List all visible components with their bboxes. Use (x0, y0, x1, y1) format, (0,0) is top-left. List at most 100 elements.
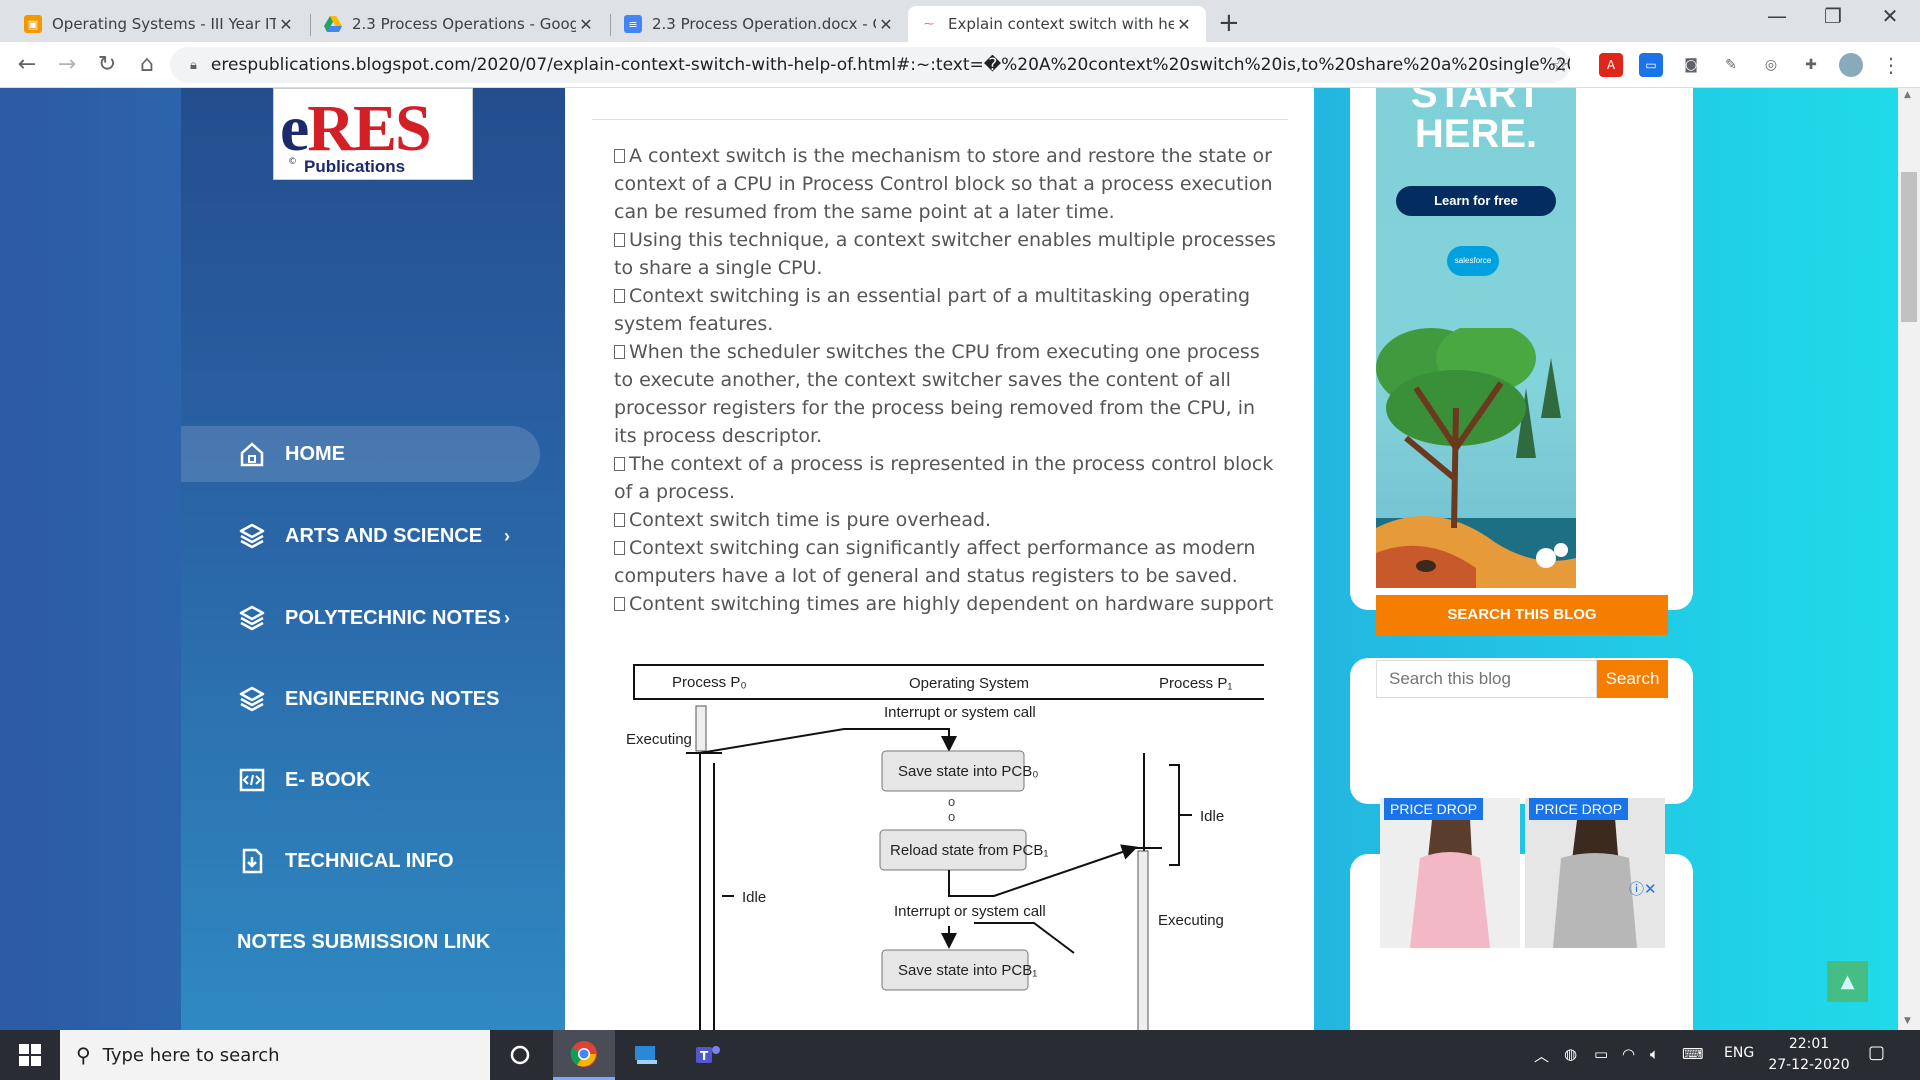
clock-date: 27-12-2020 (1768, 1057, 1850, 1073)
back-icon[interactable]: ← (12, 50, 42, 80)
diagram-executing-right: Executing (1158, 912, 1224, 929)
tab-title: 2.3 Process Operation.docx - Goo (652, 15, 876, 33)
file-explorer-icon[interactable] (615, 1030, 677, 1080)
sidebar-item-technical-info[interactable]: TECHNICAL INFO (181, 833, 540, 889)
sidebar-item-home[interactable]: HOME (181, 426, 540, 482)
taskbar-clock[interactable]: 22:01 27-12-2020 (1764, 1034, 1854, 1076)
scrollbar-thumb[interactable] (1901, 172, 1917, 322)
close-icon[interactable]: ✕ (876, 15, 896, 34)
sync-extension-icon[interactable]: ◎ (1759, 53, 1783, 77)
more-menu-icon[interactable]: ⋮ (1879, 53, 1903, 77)
lock-icon[interactable]: 🔒︎ (190, 58, 197, 73)
article-paragraph: Context switch time is pure overhead. (614, 506, 1294, 534)
windows-start-icon[interactable] (0, 1030, 60, 1080)
close-icon[interactable]: ✕ (576, 15, 596, 34)
article-paragraph: Context switching is an essential part o… (614, 285, 1251, 335)
home-icon (237, 439, 267, 469)
tab-blog-active[interactable]: ⁓ Explain context switch with help o ✕ (908, 6, 1206, 42)
diagram-header-p0: Process P₀ (672, 674, 747, 691)
price-drop-badge: PRICE DROP (1384, 798, 1484, 820)
keyboard-icon[interactable]: ⌨ (1682, 1045, 1704, 1063)
logo-copyright: © (288, 157, 297, 167)
blogspot-icon: ⁓ (924, 18, 934, 30)
salesforce-ad[interactable]: START HERE. Learn for free salesforce (1376, 88, 1576, 588)
url-text: erespublications.blogspot.com/2020/07/ex… (210, 55, 1570, 75)
ad-choices-icon[interactable]: ⓘ✕ (1629, 878, 1657, 899)
avatar[interactable] (1839, 53, 1863, 77)
svg-text:T: T (700, 1049, 709, 1063)
meet-now-icon[interactable]: ◍ (1564, 1045, 1577, 1063)
layers-icon (237, 521, 267, 551)
sidebar-item-polytechnic-notes[interactable]: POLYTECHNIC NOTES › (181, 590, 540, 646)
teams-icon[interactable]: T (677, 1030, 739, 1080)
puzzle-icon[interactable]: ✚ (1799, 53, 1823, 77)
product-image-pink-top[interactable] (1380, 798, 1520, 948)
tab-drive[interactable]: 2.3 Process Operations - Google ✕ (312, 6, 608, 42)
reload-icon[interactable]: ↻ (92, 50, 122, 80)
forward-icon[interactable]: → (52, 50, 82, 80)
back-to-top-button[interactable]: ▲ (1827, 961, 1868, 1002)
eyedropper-icon[interactable]: ✎ (1719, 53, 1743, 77)
close-icon[interactable]: ✕ (276, 15, 296, 34)
diagram-interrupt-1: Interrupt or system call (884, 704, 1036, 721)
chrome-taskbar-icon[interactable] (553, 1030, 615, 1080)
wifi-icon[interactable]: ◠ (1622, 1045, 1635, 1063)
article-paragraph: Content switching times are highly depen… (614, 590, 1294, 618)
search-icon: ⚲ (76, 1043, 91, 1067)
diagram-interrupt-2: Interrupt or system call (894, 903, 1046, 920)
sidebar-item-e-book[interactable]: E- BOOK (181, 752, 540, 808)
learn-for-free-button[interactable]: Learn for free (1396, 186, 1556, 216)
scroll-down-icon[interactable]: ▼ (1904, 1016, 1911, 1026)
notification-icon[interactable]: ▢ (1868, 1042, 1885, 1063)
article-paragraph: The context of a process is represented … (614, 453, 1274, 503)
tab-classroom[interactable]: ▣ Operating Systems - III Year IT (B. ✕ (12, 6, 308, 42)
minimize-button[interactable]: — (1747, 4, 1807, 28)
layers-icon (237, 684, 267, 714)
diagram-arrow-1 (699, 728, 957, 754)
battery-icon[interactable]: ▭ (1594, 1045, 1608, 1063)
sidebar-item-label: HOME (285, 442, 345, 465)
diagram-save-pcb0: Save state into PCB₀ (898, 763, 1038, 780)
diagram-idle-right: Idle (1200, 808, 1224, 825)
code-icon (237, 765, 267, 795)
screen-extension-icon[interactable]: ▭ (1639, 53, 1663, 77)
address-bar[interactable]: 🔒︎ erespublications.blogspot.com/2020/07… (170, 47, 1570, 83)
new-tab-button[interactable]: + (1218, 8, 1240, 38)
maximize-button[interactable]: ❐ (1803, 4, 1863, 28)
close-window-button[interactable]: ✕ (1860, 4, 1920, 28)
close-icon[interactable]: ✕ (1174, 15, 1194, 34)
show-hidden-icons[interactable]: ︿ (1534, 1045, 1549, 1066)
sidebar-item-label: TECHNICAL INFO (285, 849, 454, 872)
volume-muted-icon[interactable]: 🔈︎ (1650, 1045, 1659, 1063)
language-indicator[interactable]: ENG (1724, 1045, 1754, 1061)
home-icon[interactable]: ⌂ (132, 50, 162, 80)
tab-title: 2.3 Process Operations - Google (352, 15, 576, 33)
article-paragraph: Using this technique, a context switcher… (614, 229, 1276, 279)
diagram-exec-bar-right (1137, 850, 1149, 1030)
sidebar-item-engineering-notes[interactable]: ENGINEERING NOTES (181, 671, 540, 727)
taskbar-search-box[interactable]: ⚲ Type here to search (60, 1030, 490, 1080)
product-image-grey-sweater[interactable] (1525, 798, 1665, 948)
camera-icon[interactable]: ◙ (1679, 53, 1703, 77)
bookmark-star-icon[interactable]: ☆ (1548, 53, 1572, 77)
search-button[interactable]: Search (1597, 660, 1668, 698)
docs-icon: ≡ (624, 15, 642, 33)
search-input[interactable] (1376, 660, 1597, 698)
eres-logo[interactable]: eRES © Publications (273, 88, 473, 180)
pdf-extension-icon[interactable]: A (1599, 53, 1623, 77)
article-content: A context switch is the mechanism to sto… (565, 88, 1314, 1030)
scroll-up-icon[interactable]: ▲ (1904, 90, 1911, 100)
sidebar-item-notes-submission-link[interactable]: NOTES SUBMISSION LINK (181, 914, 540, 970)
diagram-save-pcb1: Save state into PCB₁ (898, 962, 1037, 979)
ad-heading: START (1410, 88, 1542, 116)
ad-heading: HERE. (1414, 112, 1538, 156)
cortana-icon[interactable] (489, 1030, 551, 1080)
article-paragraph: When the scheduler switches the CPU from… (614, 341, 1260, 419)
sidebar-item-arts-and-science[interactable]: ARTS AND SCIENCE › (181, 508, 540, 564)
diagram-idle-brace-right (1169, 764, 1192, 866)
logo-wordmark: eRES (280, 92, 432, 165)
diagram-dot: o (948, 794, 955, 809)
search-widget-title: SEARCH THIS BLOG (1376, 595, 1668, 635)
tab-docs[interactable]: ≡ 2.3 Process Operation.docx - Goo ✕ (612, 6, 908, 42)
article-body: A context switch is the mechanism to sto… (614, 142, 1294, 618)
